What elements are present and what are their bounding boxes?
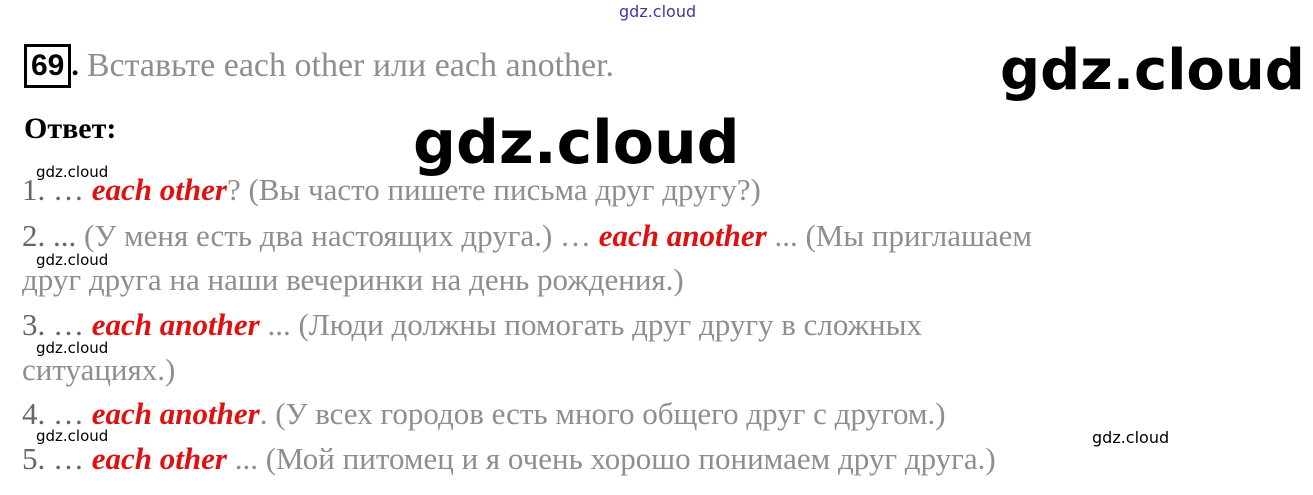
answer-phrase: each another (91, 396, 260, 431)
answer-phrase: each other (91, 441, 227, 476)
answer-line: 2. ... (У меня есть два настоящих друга.… (22, 218, 1032, 254)
answer-number: 5. … (22, 441, 84, 476)
answer-line-continuation: друг друга на наши вечеринки на день рож… (22, 262, 684, 298)
answer-number: 4. … (22, 396, 84, 431)
answer-context: (У меня есть два настоящих друга.) … (76, 218, 599, 253)
answer-number: 2. ... (22, 218, 77, 253)
answer-translation-cont: друг друга на наши вечеринки на день рож… (22, 262, 684, 297)
answer-translation: ... (Люди должны помогать друг другу в с… (259, 307, 922, 342)
answer-phrase: each another (91, 307, 260, 342)
answer-line: 4. … each another. (У всех городов есть … (22, 396, 946, 432)
answer-heading: Ответ: (24, 112, 117, 145)
watermark-big-right: gdz.cloud (1000, 38, 1305, 103)
answer-number: 1. … (22, 172, 84, 207)
answer-translation: ? (Вы часто пишете письма друг другу?) (226, 172, 761, 207)
watermark-big-middle: gdz.cloud (413, 108, 740, 178)
answer-line: 3. … each another ... (Люди должны помог… (22, 307, 922, 343)
answer-phrase: each other (91, 172, 227, 207)
task-number-dot: . (71, 49, 79, 82)
answer-line-continuation: ситуациях.) (22, 352, 175, 388)
answer-line: 1. … each other? (Вы часто пишете письма… (22, 172, 761, 208)
answer-line: 5. … each other ... (Мой питомец и я оче… (22, 441, 996, 477)
answer-translation: ... (Мы приглашаем (766, 218, 1032, 253)
answer-number: 3. … (22, 307, 84, 342)
task-header: 69. Вставьте each other или each another… (24, 44, 614, 88)
watermark-top: gdz.cloud (619, 2, 697, 21)
task-number: 69 (24, 44, 72, 88)
watermark-small: gdz.cloud (1092, 428, 1170, 447)
task-instruction: Вставьте each other или each another. (86, 47, 615, 84)
answer-translation-cont: ситуациях.) (22, 352, 176, 387)
answer-translation: ... (Мой питомец и я очень хорошо понима… (226, 441, 996, 476)
answer-translation: . (У всех городов есть много общего друг… (259, 396, 946, 431)
answer-phrase: each another (598, 218, 767, 253)
